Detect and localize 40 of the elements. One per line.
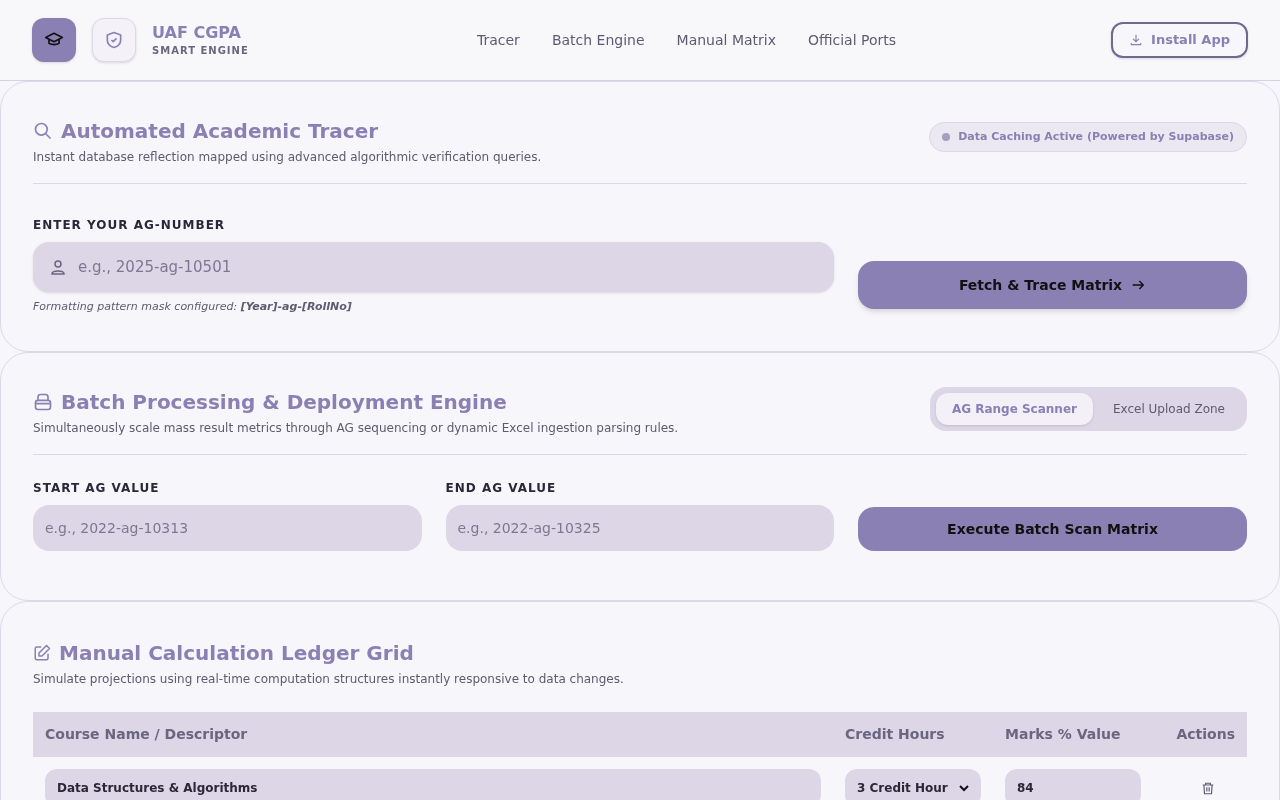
format-hint: Formatting pattern mask configured: [Year]-ag-[RollNo]: [33, 299, 353, 315]
ag-number-field[interactable]: e.g., 2025-ag-10501: [33, 242, 834, 292]
section-title: Batch Processing & Deployment Engine: [61, 389, 507, 416]
nav-link[interactable]: Manual Matrix: [676, 29, 776, 51]
field-label: START AG VALUE: [33, 480, 161, 497]
field-label: ENTER YOUR AG-NUMBER: [33, 217, 227, 234]
graduation-cap-icon: [32, 18, 76, 62]
install-app-button[interactable]: Install App: [1111, 22, 1248, 58]
section-description: Instant database reflection mapped using advanced algorithmic verification queries.: [33, 149, 542, 166]
ag-range-field[interactable]: e.g., 2022-ag-10325: [445, 505, 834, 551]
column-header: Course Name / Descriptor: [45, 725, 249, 744]
marks-field[interactable]: 84: [1005, 769, 1141, 800]
mode-tab[interactable]: Excel Upload Zone: [1097, 393, 1241, 425]
brand-title: UAF CGPA: [152, 22, 242, 43]
status-badge: Data Caching Active (Powered by Supabase): [929, 122, 1247, 152]
shield-check-icon: [92, 18, 136, 62]
brand-subtitle: SMART ENGINE: [152, 43, 249, 58]
chevron-down-icon: [959, 783, 969, 793]
execute-batch-button[interactable]: Execute Batch Scan Matrix: [858, 507, 1247, 551]
section-title: Automated Academic Tracer: [61, 118, 379, 145]
download-icon: [1129, 33, 1144, 47]
course-name-field[interactable]: Data Structures & Algorithms: [45, 769, 821, 800]
edit-icon: [33, 644, 51, 662]
box-icon: [33, 392, 53, 412]
user-icon: [51, 259, 65, 275]
column-header: Actions: [1175, 725, 1235, 744]
section-description: Simultaneously scale mass result metrics through AG sequencing or dynamic Excel ingestion parsing rules.: [33, 420, 679, 437]
credit-hours-select[interactable]: 3 Credit Hour: [845, 769, 981, 800]
column-header: Credit Hours: [845, 725, 946, 744]
section-description: Simulate projections using real-time computation structures instantly responsive to data changes.: [33, 671, 625, 688]
nav-link[interactable]: Tracer: [476, 29, 520, 51]
nav-link[interactable]: Official Ports: [807, 29, 897, 51]
column-header: Marks % Value: [1005, 725, 1122, 744]
ag-range-field[interactable]: e.g., 2022-ag-10313: [33, 505, 422, 551]
nav-link[interactable]: Batch Engine: [551, 29, 645, 51]
search-icon: [33, 121, 53, 141]
field-label: END AG VALUE: [445, 480, 558, 497]
fetch-trace-button[interactable]: Fetch & Trace Matrix: [858, 261, 1247, 309]
trash-icon[interactable]: [1201, 780, 1215, 796]
section-title: Manual Calculation Ledger Grid: [59, 640, 414, 667]
